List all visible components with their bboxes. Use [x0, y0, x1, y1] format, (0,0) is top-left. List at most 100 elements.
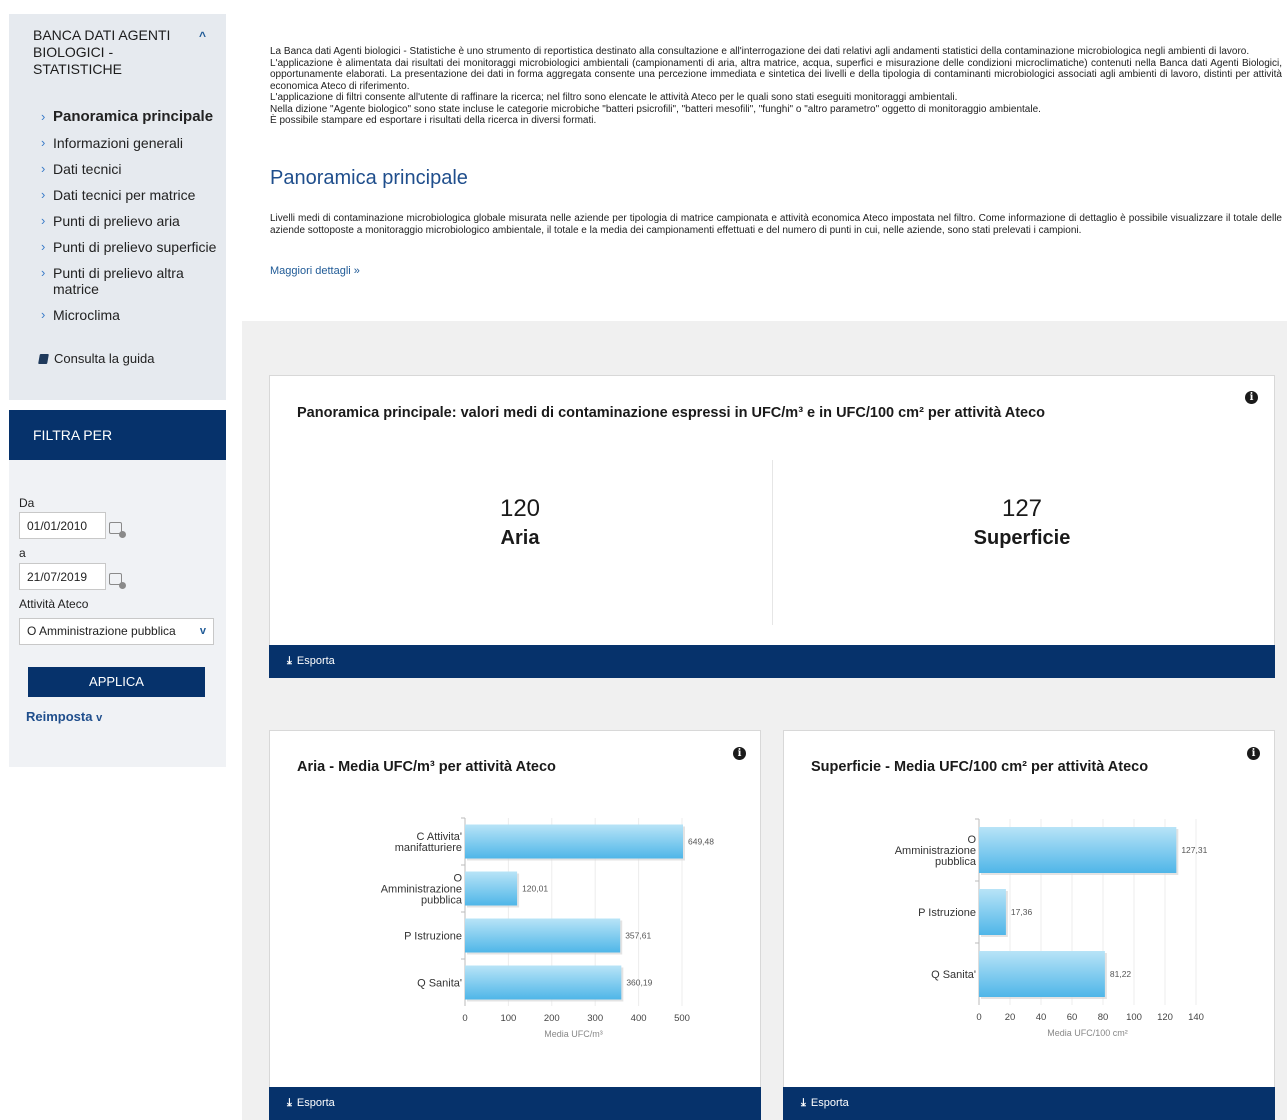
category-label: pubblica: [421, 895, 463, 907]
sidebar-item-prelievo-altra-matrice[interactable]: › Punti di prelievo altra matrice: [41, 265, 221, 297]
tick-label: 120: [1157, 1012, 1173, 1023]
nav-list: › Panoramica principale › Informazioni gen…: [41, 109, 221, 333]
export-button[interactable]: ⤓ Esporta: [269, 1087, 761, 1120]
reset-label: Reimposta: [26, 709, 93, 724]
data-label: 649,48: [688, 837, 714, 847]
category-label: pubblica: [935, 856, 977, 868]
guide-label: Consulta la guida: [54, 351, 155, 366]
sidebar-item-prelievo-superficie[interactable]: › Punti di prelievo superficie: [41, 239, 221, 255]
filter-title: FILTRA PER: [9, 410, 226, 460]
aria-bar-chart: 0 100 200 300 400 500649,48C Attivita'manifat…: [381, 817, 714, 1039]
sidebar-item-prelievo-aria[interactable]: › Punti di prelievo aria: [41, 213, 221, 229]
chevron-right-icon: ›: [41, 135, 46, 150]
chevron-right-icon: ›: [41, 265, 46, 280]
overview-card-title: Panoramica principale: valori medi di co…: [297, 405, 1046, 421]
bar: [979, 951, 1105, 997]
sidebar-item-dati-tecnici-matrice[interactable]: › Dati tecnici per matrice: [41, 187, 221, 203]
tick-label: 40: [1036, 1012, 1047, 1023]
sidebar-item-label: Punti di prelievo superficie: [53, 239, 217, 255]
info-icon[interactable]: i: [1247, 747, 1260, 760]
calendar-icon[interactable]: [109, 522, 126, 538]
tick-label: 140: [1188, 1012, 1204, 1023]
bar: [465, 965, 622, 1000]
intro-paragraph: La Banca dati Agenti biologici - Statist…: [270, 46, 1250, 57]
tick-label: 500: [674, 1013, 690, 1024]
sidebar-item-label: Punti di prelievo altra matrice: [53, 265, 184, 297]
data-label: 17,36: [1011, 907, 1033, 917]
bar: [465, 918, 621, 953]
dashboard-area: Panoramica principale: valori medi di co…: [242, 321, 1287, 1120]
tick-label: 60: [1067, 1012, 1078, 1023]
aria-chart-title: Aria - Media UFC/m³ per attività Ateco: [297, 759, 556, 775]
export-label: Esporta: [296, 655, 335, 667]
sidebar-item-label: Microclima: [53, 307, 120, 323]
to-label: a: [19, 546, 26, 560]
calendar-icon[interactable]: [109, 573, 126, 589]
category-label: manifatturiere: [395, 842, 462, 854]
sidebar-item-informazioni[interactable]: › Informazioni generali: [41, 135, 221, 151]
category-label: P Istruzione: [918, 907, 976, 919]
data-label: 360,19: [626, 978, 652, 988]
chevron-down-icon: v: [199, 625, 206, 637]
chevron-right-icon: ›: [41, 187, 46, 202]
overview-card: Panoramica principale: valori medi di co…: [269, 375, 1275, 678]
superficie-chart-card: Superficie - Media UFC/100 cm² per attiv…: [783, 730, 1275, 1120]
intro-paragraph: L'applicazione di filtri consente all'ut…: [270, 92, 958, 103]
export-button[interactable]: ⤓ Esporta: [783, 1087, 1275, 1120]
chevron-right-icon: ›: [41, 307, 46, 322]
chevron-right-icon: ›: [41, 239, 46, 254]
intro-text: La Banca dati Agenti biologici - Statist…: [270, 46, 1282, 127]
from-date-input[interactable]: [19, 512, 106, 539]
divider: [772, 460, 773, 625]
kpi-superficie: 127 Superficie: [872, 495, 1172, 550]
superficie-chart-title: Superficie - Media UFC/100 cm² per attiv…: [811, 759, 1149, 775]
sidebar-item-dati-tecnici[interactable]: › Dati tecnici: [41, 161, 221, 177]
aria-chart-card: Aria - Media UFC/m³ per attività Ateco i…: [269, 730, 761, 1120]
chevron-right-icon: ›: [41, 213, 46, 228]
export-label: Esporta: [810, 1097, 849, 1109]
download-icon: ⤓: [287, 1097, 292, 1109]
chevron-up-icon[interactable]: ^: [199, 29, 206, 43]
sidebar-item-microclima[interactable]: › Microclima: [41, 307, 221, 323]
tick-label: 20: [1005, 1012, 1016, 1023]
ateco-select[interactable]: O Amministrazione pubblica v: [19, 618, 214, 645]
page-title: Panoramica principale: [270, 167, 468, 189]
sidebar-item-label: Panoramica principale: [53, 108, 214, 125]
bar: [979, 827, 1177, 873]
to-date-input[interactable]: [19, 563, 106, 590]
intro-paragraph: L'applicazione è alimentata dai risultat…: [270, 57, 1282, 92]
tick-label: 80: [1098, 1012, 1109, 1023]
download-icon: ⤓: [287, 655, 292, 667]
data-label: 357,61: [625, 931, 651, 941]
info-icon[interactable]: i: [1245, 391, 1258, 404]
sidebar-nav: BANCA DATI AGENTI BIOLOGICI - STATISTICH…: [9, 14, 226, 400]
tick-label: 200: [544, 1013, 560, 1024]
tick-label: 100: [1126, 1012, 1142, 1023]
more-details-link[interactable]: Maggiori dettagli »: [270, 265, 360, 277]
kpi-superficie-label: Superficie: [973, 527, 1071, 549]
x-axis-title: Media UFC/100 cm²: [1047, 1028, 1128, 1038]
intro-paragraph: Nella dizione "Agente biologico" sono st…: [270, 103, 1041, 115]
sidebar-title[interactable]: BANCA DATI AGENTI BIOLOGICI - STATISTICH…: [33, 27, 203, 78]
category-label: P Istruzione: [404, 931, 462, 943]
bar: [979, 889, 1006, 935]
tick-label: 300: [587, 1013, 603, 1024]
apply-button[interactable]: APPLICA: [28, 667, 205, 697]
sidebar-item-label: Dati tecnici per matrice: [53, 187, 196, 203]
kpi-aria-value: 120: [499, 495, 541, 522]
tick-label: 0: [976, 1012, 981, 1023]
page-description: Livelli medi di contaminazione microbiol…: [270, 213, 1282, 236]
guide-link[interactable]: Consulta la guida: [38, 351, 155, 366]
from-label: Da: [19, 496, 35, 510]
ateco-label: Attività Ateco: [19, 597, 89, 611]
chevron-right-icon: ›: [41, 161, 46, 176]
intro-paragraph: È possibile stampare ed esportare i risu…: [270, 115, 597, 126]
sidebar-item-label: Informazioni generali: [53, 135, 183, 151]
export-button[interactable]: ⤓ Esporta: [269, 645, 1275, 678]
sidebar-item-label: Punti di prelievo aria: [53, 213, 180, 229]
info-icon[interactable]: i: [733, 747, 746, 760]
superficie-bar-chart: 0 20 40 60 80 100 120 140127,31OAmministrazione…: [895, 818, 1208, 1038]
reset-link[interactable]: Reimposta v: [26, 709, 102, 724]
sidebar-item-panoramica[interactable]: › Panoramica principale: [41, 109, 221, 125]
data-label: 127,31: [1181, 845, 1207, 855]
